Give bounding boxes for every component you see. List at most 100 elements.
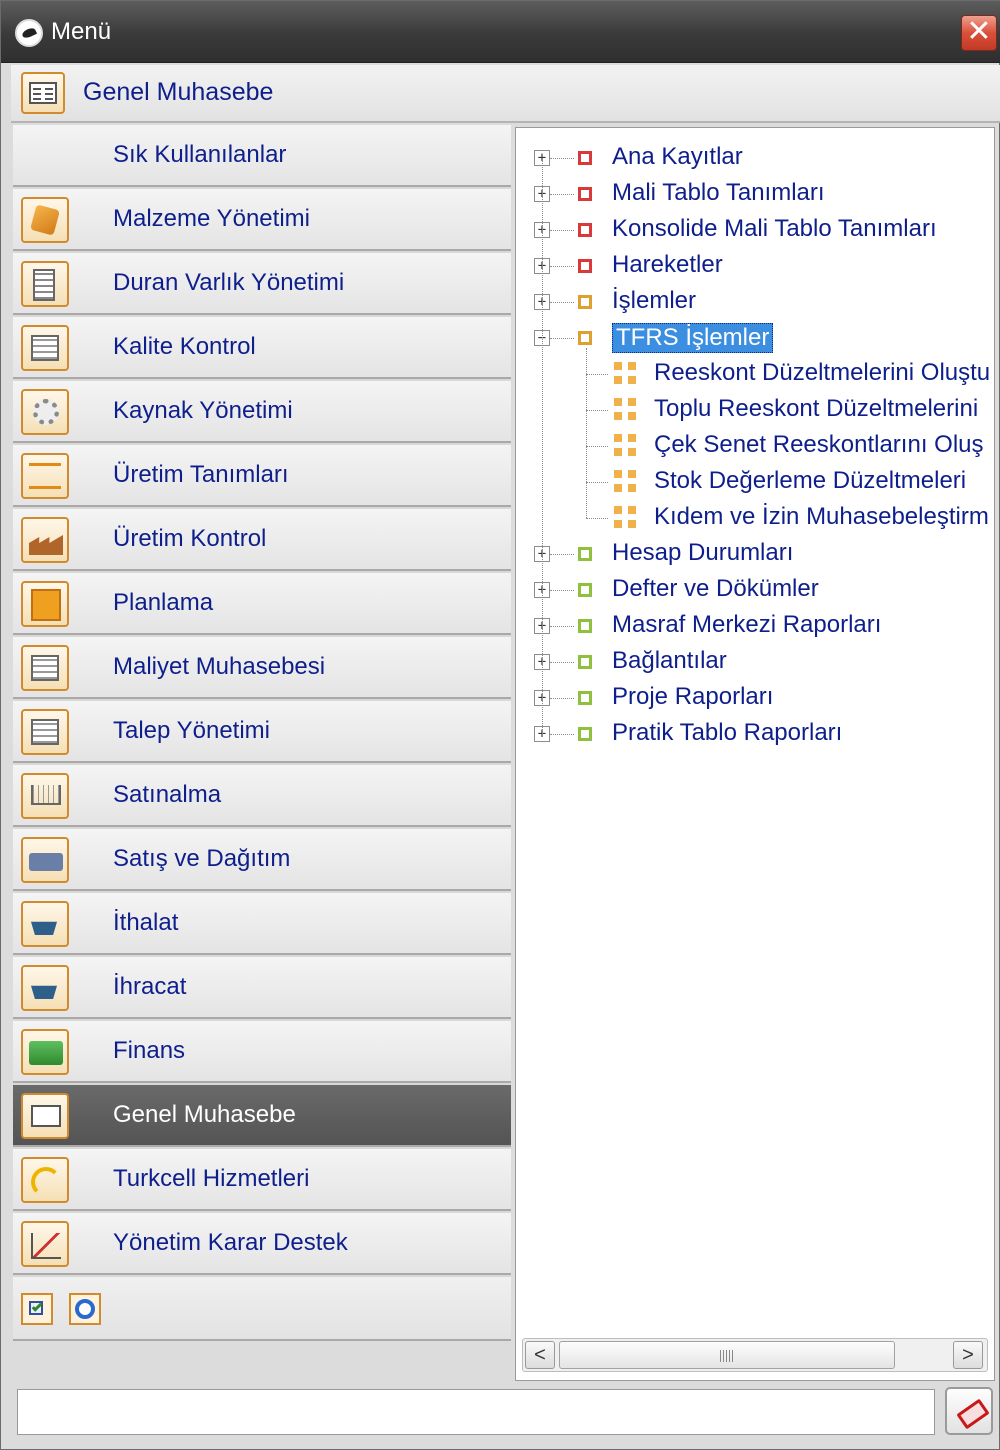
tree-node-icon: [578, 583, 592, 597]
tree-connector: [550, 302, 574, 303]
checklist-icon[interactable]: [21, 1293, 53, 1325]
tree-connector: [586, 446, 608, 447]
module-header: Genel Muhasebe: [11, 65, 1000, 123]
nav-item-label: Satınalma: [113, 781, 222, 808]
nav-item[interactable]: Duran Varlık Yönetimi: [13, 253, 511, 315]
nav-item[interactable]: Satınalma: [13, 765, 511, 827]
turkcell-icon-glyph: [31, 1167, 61, 1197]
tree-node-label[interactable]: Pratik Tablo Raporları: [612, 719, 842, 747]
nav-item-label: Duran Varlık Yönetimi: [113, 269, 345, 296]
tree-node-label[interactable]: Mali Tablo Tanımları: [612, 179, 825, 207]
truck-icon-glyph: [29, 853, 63, 871]
tree-node-label[interactable]: Masraf Merkezi Raporları: [612, 611, 881, 639]
window-title: Menü: [51, 18, 112, 45]
nav-item[interactable]: Malzeme Yönetimi: [13, 189, 511, 251]
tree-node-icon: [578, 655, 592, 669]
title-bar: Menü ✕: [1, 1, 1000, 63]
factory-icon-glyph: [29, 535, 63, 555]
tree-connector: [550, 158, 574, 159]
app-logo-icon: [15, 19, 43, 47]
nav-item[interactable]: Talep Yönetimi: [13, 701, 511, 763]
export-ship-icon-glyph: [31, 985, 57, 999]
tree-node-icon: [578, 727, 592, 741]
leaf-item-icon: [614, 398, 638, 422]
nav-item[interactable]: Maliyet Muhasebesi: [13, 637, 511, 699]
export-ship-icon: [21, 965, 69, 1011]
nav-item-label: Satış ve Dağıtım: [113, 845, 291, 872]
box-icon: [21, 197, 69, 243]
nav-item[interactable]: Finans: [13, 1021, 511, 1083]
tree-node-icon: [578, 223, 592, 237]
tree-connector: [586, 410, 608, 411]
nav-item-label: İhracat: [113, 973, 187, 1000]
tree-connector: [550, 194, 574, 195]
flowchart-icon: [21, 453, 69, 499]
nav-item[interactable]: Üretim Kontrol: [13, 509, 511, 571]
flowchart-icon-glyph: [29, 463, 61, 489]
nav-item-label: Planlama: [113, 589, 214, 616]
nav-item[interactable]: Genel Muhasebe: [13, 1085, 511, 1147]
tree-leaf-label[interactable]: Toplu Reeskont Düzeltmelerini: [654, 395, 978, 423]
eraser-icon[interactable]: [945, 1387, 993, 1435]
horizontal-scrollbar[interactable]: < >: [522, 1338, 988, 1372]
nav-item-label: Genel Muhasebe: [113, 1101, 296, 1128]
tree-node-label[interactable]: Hesap Durumları: [612, 539, 793, 567]
tree-node-label[interactable]: Konsolide Mali Tablo Tanımları: [612, 215, 937, 243]
tree-connector: [550, 338, 574, 339]
tree-leaf-label[interactable]: Çek Senet Reeskontlarını Oluş: [654, 431, 984, 459]
ledger-icon-glyph: [31, 1105, 61, 1127]
plan-icon-glyph: [31, 589, 61, 621]
scroll-thumb[interactable]: [559, 1341, 895, 1369]
tree-node-label[interactable]: Defter ve Dökümler: [612, 575, 819, 603]
tree-node-label[interactable]: Proje Raporları: [612, 683, 773, 711]
tree-leaf-label[interactable]: Reeskont Düzeltmelerini Oluştu: [654, 359, 990, 387]
leaf-item-icon: [614, 506, 638, 530]
nav-item[interactable]: İthalat: [13, 893, 511, 955]
menu-window: Menü ✕ Genel Muhasebe Yönetim Karar Dest…: [0, 0, 1000, 1450]
tree-connector: [550, 734, 574, 735]
building-icon-glyph: [33, 269, 55, 301]
grip-icon: [720, 1350, 734, 1362]
ledger-icon: [21, 72, 65, 114]
request-doc-icon: [21, 709, 69, 755]
request-doc-icon-glyph: [31, 719, 59, 745]
tree-node-label[interactable]: İşlemler: [612, 287, 696, 315]
tree-node-label[interactable]: Bağlantılar: [612, 647, 727, 675]
gears-icon: [21, 389, 69, 435]
tree-node-label[interactable]: Ana Kayıtlar: [612, 143, 743, 171]
nav-item[interactable]: Üretim Tanımları: [13, 445, 511, 507]
leaf-item-icon: [614, 362, 638, 386]
nav-item[interactable]: İhracat: [13, 957, 511, 1019]
menu-tree: + Ana Kayıtlar + Mali Tablo Tanımları + Konso…: [516, 128, 994, 1328]
nav-item[interactable]: Sık Kullanılanlar: [13, 125, 511, 187]
tree-node-icon: [578, 295, 592, 309]
scroll-right-button[interactable]: >: [953, 1341, 983, 1369]
nav-item[interactable]: Yönetim Karar Destek: [13, 1213, 511, 1275]
tree-connector: [550, 230, 574, 231]
nav-item[interactable]: Satış ve Dağıtım: [13, 829, 511, 891]
cart-icon-glyph: [31, 785, 61, 805]
tree-node-label[interactable]: TFRS İşlemler: [612, 323, 774, 353]
leaf-item-icon: [614, 470, 638, 494]
close-button[interactable]: ✕: [961, 15, 997, 51]
nav-item[interactable]: Planlama: [13, 573, 511, 635]
search-input[interactable]: [17, 1389, 935, 1435]
nav-item-label: Üretim Kontrol: [113, 525, 267, 552]
nav-item[interactable]: Kalite Kontrol: [13, 317, 511, 379]
gears-icon-glyph: [33, 399, 59, 425]
nav-item-label: Sık Kullanılanlar: [113, 141, 287, 168]
nav-item[interactable]: Kaynak Yönetimi: [13, 381, 511, 443]
refresh-icon[interactable]: [69, 1293, 101, 1325]
tree-connector: [542, 158, 543, 734]
plan-icon: [21, 581, 69, 627]
scroll-left-button[interactable]: <: [525, 1341, 555, 1369]
import-ship-icon-glyph: [31, 921, 57, 935]
nav-item-label: Kaynak Yönetimi: [113, 397, 293, 424]
quality-doc-icon-glyph: [31, 335, 59, 361]
tree-connector: [586, 348, 587, 518]
nav-item[interactable]: Turkcell Hizmetleri: [13, 1149, 511, 1211]
tree-leaf-label[interactable]: Kıdem ve İzin Muhasebeleştirm: [654, 503, 989, 531]
tree-node-label[interactable]: Hareketler: [612, 251, 723, 279]
nav-item-label: Malzeme Yönetimi: [113, 205, 310, 232]
tree-leaf-label[interactable]: Stok Değerleme Düzeltmeleri: [654, 467, 966, 495]
